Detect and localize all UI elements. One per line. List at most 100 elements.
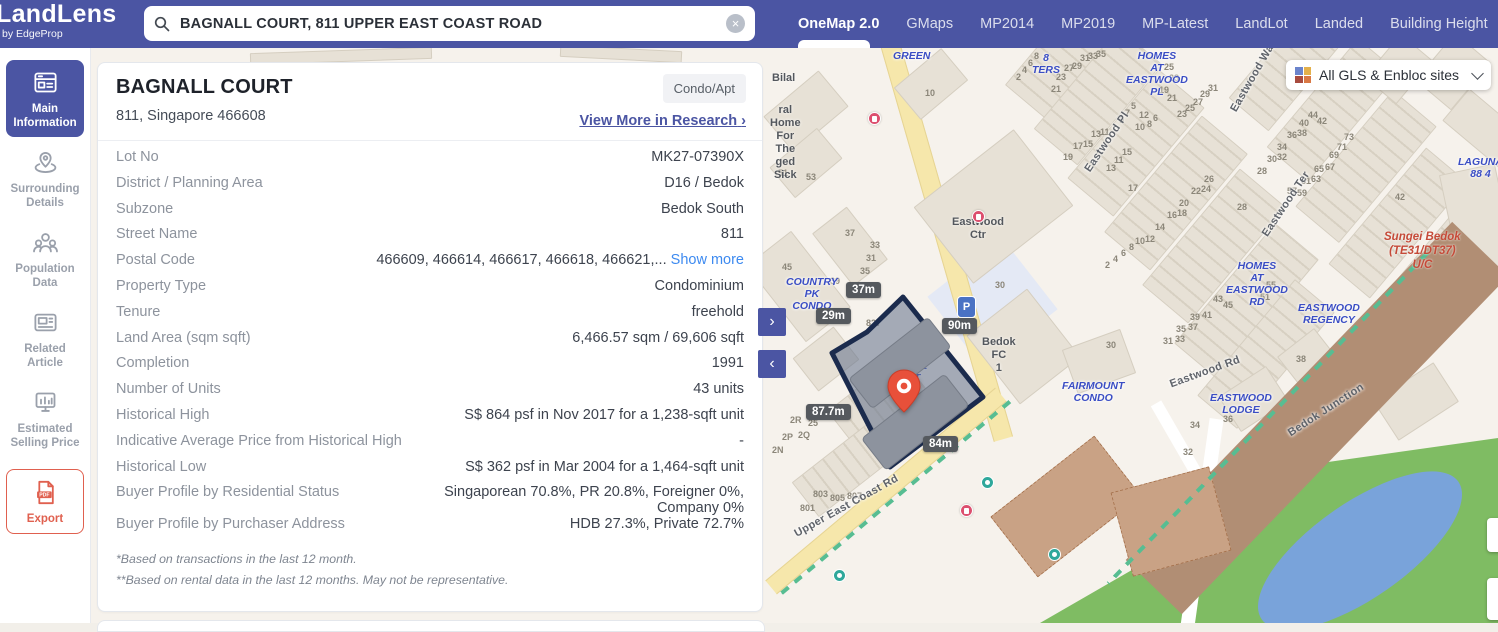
map-plot-number: 17: [1128, 183, 1138, 193]
panel-expand-button[interactable]: ›: [758, 308, 786, 336]
map-plot-number: 2: [1105, 260, 1110, 270]
map-plot-number: 37: [845, 228, 855, 238]
map-plot-number: 35: [1176, 324, 1186, 334]
lot-dimension-badge: 84m: [923, 436, 958, 452]
detail-row: Land Area (sqm sqft) 6,466.57 sqm / 69,6…: [116, 330, 744, 356]
sidebar-item-estimated-selling-price[interactable]: Estimated Selling Price: [6, 380, 84, 457]
nav-item[interactable]: Building Height: [1390, 16, 1488, 32]
map-plot-number: 6: [1153, 113, 1158, 123]
bus-stop-icon: [972, 210, 985, 223]
map-plot-number: 39: [1190, 312, 1200, 322]
map-plot-number: 10: [925, 88, 935, 98]
map-plot-number: 14: [1155, 222, 1165, 232]
nav-item[interactable]: OneMap 2.0: [798, 16, 879, 32]
map-plot-number: 8: [1147, 119, 1152, 129]
view-more-research-link[interactable]: View More in Research ›: [579, 113, 746, 129]
map-place-label: LAGUNA 88 4: [1458, 156, 1498, 180]
nav-item[interactable]: MP2014: [980, 16, 1034, 32]
nav-item[interactable]: GMaps: [906, 16, 953, 32]
map-construction-label: Sungei Bedok (TE31/DT37) U/C: [1384, 230, 1461, 272]
map-place-label: EASTWOOD REGENCY: [1298, 302, 1360, 326]
map-location-icon: [32, 149, 59, 176]
map-plot-number: 32: [1277, 152, 1287, 162]
map-plot-number: 30: [1106, 340, 1116, 350]
sidebar-item-main-information[interactable]: Main Information: [6, 60, 84, 137]
detail-value: S$ 864 psf in Nov 2017 for a 1,238-sqft …: [464, 407, 744, 423]
app-logo: LandLens by EdgeProp: [0, 2, 116, 40]
map-plot-number: 2P: [782, 432, 793, 442]
show-more-link[interactable]: Show more: [671, 252, 744, 268]
sidebar: Main Information Surrounding Details Pop…: [0, 48, 91, 623]
detail-row: Buyer Profile by Residential Status Sing…: [116, 484, 744, 516]
nav-item[interactable]: Landed: [1315, 16, 1363, 32]
sidebar-item-label: Population Data: [8, 262, 82, 290]
detail-value: 1991: [712, 355, 744, 371]
map-plot-number: 801: [800, 503, 815, 513]
map-plot-number: 33: [1175, 334, 1185, 344]
detail-row: Historical High S$ 864 psf in Nov 2017 f…: [116, 407, 744, 433]
detail-row: Property Type Condominium: [116, 278, 744, 304]
zoom-out-button[interactable]: [1487, 578, 1498, 620]
map-plot-number: 22: [1191, 186, 1201, 196]
pdf-file-icon: PDF: [32, 479, 59, 506]
export-pdf-button[interactable]: PDF Export: [6, 469, 84, 534]
sidebar-item-label: Related Article: [8, 342, 82, 370]
detail-value: 811: [721, 226, 744, 242]
lot-dimension-badge: 29m: [816, 308, 851, 324]
map-pin-icon[interactable]: [886, 368, 922, 414]
zoom-in-button[interactable]: [1487, 518, 1498, 552]
nav-item[interactable]: MP-Latest: [1142, 16, 1208, 32]
map-plot-number: 28: [1237, 202, 1247, 212]
map-plot-number: 36: [1287, 130, 1297, 140]
map-plot-number: 53: [806, 172, 816, 182]
nav-item[interactable]: LandLot: [1235, 16, 1287, 32]
map-source-nav: OneMap 2.0 GMaps MP2014 MP2019 MP-Latest Land…: [798, 0, 1488, 48]
map-place-label: GREEN: [893, 50, 930, 62]
detail-label: Land Area (sqm sqft): [116, 330, 271, 346]
detail-row: Historical Low S$ 362 psf in Mar 2004 fo…: [116, 459, 744, 485]
active-tab-indicator: [798, 40, 870, 48]
detail-label: Lot No: [116, 149, 179, 165]
chevron-right-icon: ›: [741, 113, 746, 129]
clear-search-button[interactable]: ×: [726, 14, 745, 33]
gls-enbloc-dropdown[interactable]: All GLS & Enbloc sites: [1286, 60, 1491, 90]
detail-label: Number of Units: [116, 381, 241, 397]
property-card-header: BAGNALL COURT 811, Singapore 466608 Cond…: [98, 63, 762, 141]
sidebar-item-population-data[interactable]: Population Data: [6, 220, 84, 297]
sidebar-item-surrounding-details[interactable]: Surrounding Details: [6, 140, 84, 217]
detail-label: Buyer Profile by Residential Status: [116, 484, 359, 500]
map-plot-number: 5: [1131, 101, 1136, 111]
map-plot-number: 10: [1135, 122, 1145, 132]
detail-row: Subzone Bedok South: [116, 201, 744, 227]
sidebar-item-related-article[interactable]: Related Article: [6, 300, 84, 377]
map-building: [560, 48, 682, 63]
transit-stop-icon: [1048, 548, 1061, 561]
detail-label: Historical High: [116, 407, 229, 423]
search-input[interactable]: [178, 15, 718, 33]
lot-dimension-badge: 87.7m: [806, 404, 851, 420]
nav-item[interactable]: MP2019: [1061, 16, 1115, 32]
map-plot-number: 17: [1073, 141, 1083, 151]
bus-stop-icon: [868, 112, 881, 125]
detail-value: S$ 362 psf in Mar 2004 for a 1,464-sqft …: [465, 459, 744, 475]
detail-value: D16 / Bedok: [664, 175, 744, 191]
map-plot-number: 33: [870, 240, 880, 250]
detail-value: Condominium: [655, 278, 744, 294]
map-plot-number: 41: [1202, 310, 1212, 320]
detail-value: MK27-07390X: [651, 149, 744, 165]
map-plot-number: 8: [1129, 242, 1134, 252]
detail-row: Street Name 811: [116, 226, 744, 252]
detail-row: District / Planning Area D16 / Bedok: [116, 175, 744, 201]
logo-subtitle: by EdgeProp: [2, 29, 116, 40]
map-place-label: EASTWOOD LODGE: [1210, 392, 1272, 416]
next-card-peek: [97, 620, 765, 632]
map-plot-number: 65: [1314, 164, 1324, 174]
sidebar-item-label: Surrounding Details: [8, 182, 82, 210]
detail-value: 43 units: [693, 381, 744, 397]
map-place-label: HOMES AT EASTWOOD PL: [1126, 50, 1188, 98]
panel-collapse-button[interactable]: ‹: [758, 350, 786, 378]
map-plot-number: 35: [860, 266, 870, 276]
detail-value: 6,466.57 sqm / 69,606 sqft: [572, 330, 744, 346]
detail-label: Buyer Profile by Purchaser Address: [116, 516, 365, 532]
people-icon: [32, 229, 59, 256]
